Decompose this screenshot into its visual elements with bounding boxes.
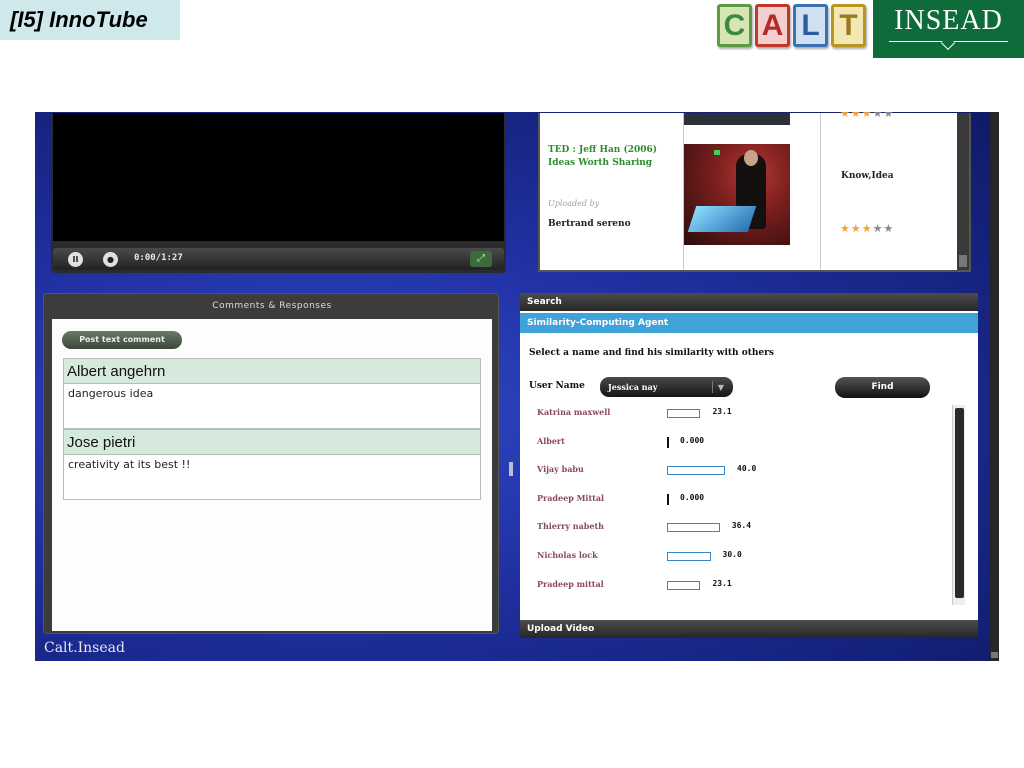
scroll-thumb[interactable] <box>959 255 967 267</box>
similarity-agent-header[interactable]: Similarity-Computing Agent <box>520 313 978 333</box>
star-icon[interactable]: ★ <box>873 222 884 235</box>
comment-item: Jose pietri creativity at its best !! <box>63 429 481 500</box>
panel-splitter[interactable] <box>509 462 513 476</box>
page-scrollbar[interactable] <box>990 112 999 661</box>
result-user-name: Pradeep Mittal <box>537 492 605 503</box>
star-icon[interactable]: ★ <box>884 222 895 235</box>
result-user-name: Vijay babu <box>537 464 584 475</box>
result-score-bar <box>667 436 669 448</box>
chevron-down-icon[interactable]: ▼ <box>718 377 724 397</box>
user-name-label: User Name <box>529 381 585 391</box>
slide-title-bar: [I5] InnoTube <box>0 0 180 40</box>
result-score-bar <box>667 523 720 533</box>
insead-logo: INSEAD <box>873 0 1024 58</box>
similarity-panel: Search Similarity-Computing Agent Select… <box>520 293 978 638</box>
calt-letter-l: L <box>793 4 828 47</box>
pause-icon[interactable]: II <box>68 252 83 267</box>
stop-icon[interactable]: ● <box>103 252 118 267</box>
comment-text: dangerous idea <box>64 384 480 428</box>
result-user-name: Pradeep mittal <box>537 578 604 589</box>
video-screen[interactable] <box>53 113 504 241</box>
comment-item: Albert angehrn dangerous idea <box>63 358 481 429</box>
star-icon[interactable]: ★ <box>840 222 851 235</box>
scroll-thumb[interactable] <box>991 652 998 658</box>
result-score-bar <box>667 552 711 561</box>
video-time: 0:00/1:27 <box>134 253 183 263</box>
insead-logo-chevron <box>940 35 956 51</box>
video-thumbnail[interactable] <box>684 144 790 245</box>
uploader-name: Bertrand sereno <box>548 219 631 229</box>
result-score-value: 23.1 <box>712 578 732 588</box>
column-divider <box>820 113 821 270</box>
search-section-header[interactable]: Search <box>520 293 978 311</box>
innotube-screenshot: II ● 0:00/1:27 ⤢ ★★★★★ TED : Jeff Han (2… <box>35 112 999 661</box>
selected-user: Jessica nay <box>608 382 658 392</box>
similarity-instruction: Select a name and find his similarity wi… <box>529 348 774 358</box>
calt-letter-t: T <box>831 4 866 47</box>
uploaded-by-label: Uploaded by <box>548 199 600 208</box>
star-icon[interactable]: ★ <box>851 222 862 235</box>
result-user-name: Katrina maxwell <box>537 407 611 417</box>
result-score-bar <box>667 409 701 418</box>
slide-title: [I5] InnoTube <box>10 7 148 32</box>
fullscreen-icon[interactable]: ⤢ <box>470 251 492 267</box>
find-button[interactable]: Find <box>835 377 930 398</box>
video-rating[interactable]: ★★★★★ <box>840 222 894 235</box>
result-score-bar <box>667 466 725 476</box>
result-score-bar <box>667 493 669 505</box>
video-list-scrollbar[interactable] <box>957 113 969 270</box>
user-name-select[interactable]: Jessica nay ▼ <box>600 377 733 397</box>
previous-video-rating: ★★★★★ <box>840 112 895 120</box>
calt-insead-label: Calt.Insead <box>44 640 125 656</box>
video-controls: II ● 0:00/1:27 ⤢ <box>53 248 504 270</box>
video-title[interactable]: TED : Jeff Han (2006) Ideas Worth Sharin… <box>548 144 678 170</box>
comments-body: Post text comment Albert angehrn dangero… <box>52 319 492 631</box>
comments-panel: Comments & Responses Post text comment A… <box>43 293 499 634</box>
result-score-value: 23.1 <box>712 407 732 416</box>
comment-text: creativity at its best !! <box>64 455 480 499</box>
video-tags: Know,Idea <box>841 171 894 181</box>
result-score-bar <box>667 580 701 590</box>
scroll-thumb[interactable] <box>955 408 964 598</box>
results-scrollbar[interactable] <box>952 405 965 605</box>
result-score-value: 36.4 <box>731 521 752 531</box>
video-title-line1[interactable]: TED : Jeff Han (2006) <box>548 144 678 157</box>
comment-author: Jose pietri <box>64 430 480 455</box>
upload-video-section-header[interactable]: Upload Video <box>520 620 978 638</box>
result-user-name: Nicholas lock <box>537 550 598 560</box>
result-score-value: 0.000 <box>680 435 705 445</box>
result-score-value: 30.0 <box>722 550 742 559</box>
video-title-line2[interactable]: Ideas Worth Sharing <box>548 157 678 170</box>
video-player: II ● 0:00/1:27 ⤢ <box>51 113 506 273</box>
insead-logo-text: INSEAD <box>894 5 1003 36</box>
star-icon[interactable]: ★ <box>862 222 873 235</box>
result-score-value: 40.0 <box>737 464 757 474</box>
calt-logo: C A L T <box>717 4 866 47</box>
previous-video-thumbnail[interactable] <box>684 113 790 125</box>
result-user-name: Thierry nabeth <box>537 521 604 532</box>
result-user-name: Albert <box>537 435 565 446</box>
result-score-value: 0.000 <box>680 492 705 502</box>
comment-author: Albert angehrn <box>64 359 480 384</box>
post-text-comment-button[interactable]: Post text comment <box>62 331 182 349</box>
calt-letter-a: A <box>755 4 790 47</box>
calt-letter-c: C <box>717 4 752 47</box>
comments-header: Comments & Responses <box>212 301 332 311</box>
slide: [I5] InnoTube C A L T INSEAD II ● 0:00/1… <box>0 0 1024 768</box>
video-list: ★★★★★ TED : Jeff Han (2006) Ideas Worth … <box>538 112 971 272</box>
